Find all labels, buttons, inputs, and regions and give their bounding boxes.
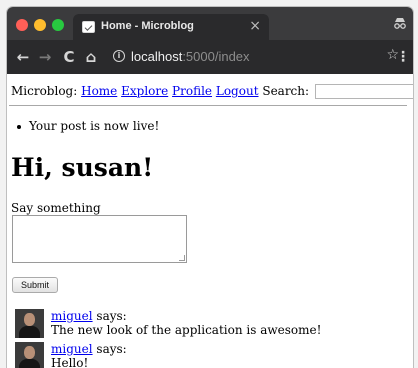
reload-icon[interactable]: C xyxy=(59,47,79,67)
page-title: Hi, susan! xyxy=(11,153,154,182)
post-textarea[interactable] xyxy=(12,215,187,263)
post-item: miguel says: The new look of the applica… xyxy=(15,309,395,343)
forward-icon[interactable]: → xyxy=(35,47,55,67)
tab-title: Home - Microblog xyxy=(101,20,194,32)
post-body: Hello! xyxy=(51,356,89,368)
post-says-label: says: xyxy=(96,342,127,356)
minimize-window-button[interactable] xyxy=(34,19,46,31)
nav-link-logout[interactable]: Logout xyxy=(216,84,259,98)
brand-label: Microblog: xyxy=(11,84,78,98)
maximize-window-button[interactable] xyxy=(52,19,64,31)
search-label: Search: xyxy=(262,84,310,98)
post-author-link[interactable]: miguel xyxy=(51,309,93,323)
incognito-icon xyxy=(394,18,406,29)
divider xyxy=(9,105,407,106)
avatar xyxy=(15,342,44,368)
search-input[interactable] xyxy=(314,84,413,99)
post-item: miguel says: Hello! xyxy=(15,342,395,368)
favicon-icon xyxy=(82,21,95,33)
post-label: Say something xyxy=(11,201,101,215)
avatar xyxy=(15,309,44,338)
title-bar: Home - Microblog × xyxy=(7,7,413,40)
nav-link-explore[interactable]: Explore xyxy=(121,84,168,98)
close-window-button[interactable] xyxy=(16,19,28,31)
post-author-line: miguel says: xyxy=(51,309,127,323)
nav-link-profile[interactable]: Profile xyxy=(172,84,212,98)
info-icon[interactable]: i xyxy=(113,50,125,62)
browser-toolbar: ← → C ⌂ i localhost:5000/index ☆ ⋮ xyxy=(7,40,413,74)
post-author-line: miguel says: xyxy=(51,342,127,356)
post-body: The new look of the application is aweso… xyxy=(51,323,322,337)
address-bar[interactable]: i localhost:5000/index ☆ xyxy=(107,46,399,68)
browser-window: Home - Microblog × ← → C ⌂ i localhost:5… xyxy=(7,7,413,368)
url-text: localhost:5000/index xyxy=(131,49,250,64)
post-says-label: says: xyxy=(96,309,127,323)
post-author-link[interactable]: miguel xyxy=(51,342,93,356)
submit-button[interactable]: Submit xyxy=(12,277,58,293)
tab-home-microblog[interactable]: Home - Microblog × xyxy=(73,14,269,40)
home-icon[interactable]: ⌂ xyxy=(81,47,101,67)
nav-link-home[interactable]: Home xyxy=(81,84,117,98)
tab-close-icon[interactable]: × xyxy=(249,18,261,34)
page-content: Microblog: Home Explore Profile Logout S… xyxy=(7,74,413,368)
navbar: Microblog: Home Explore Profile Logout S… xyxy=(11,84,413,99)
flash-message: Your post is now live! xyxy=(16,119,160,133)
back-icon[interactable]: ← xyxy=(13,47,33,67)
menu-icon[interactable]: ⋮ xyxy=(396,47,410,67)
